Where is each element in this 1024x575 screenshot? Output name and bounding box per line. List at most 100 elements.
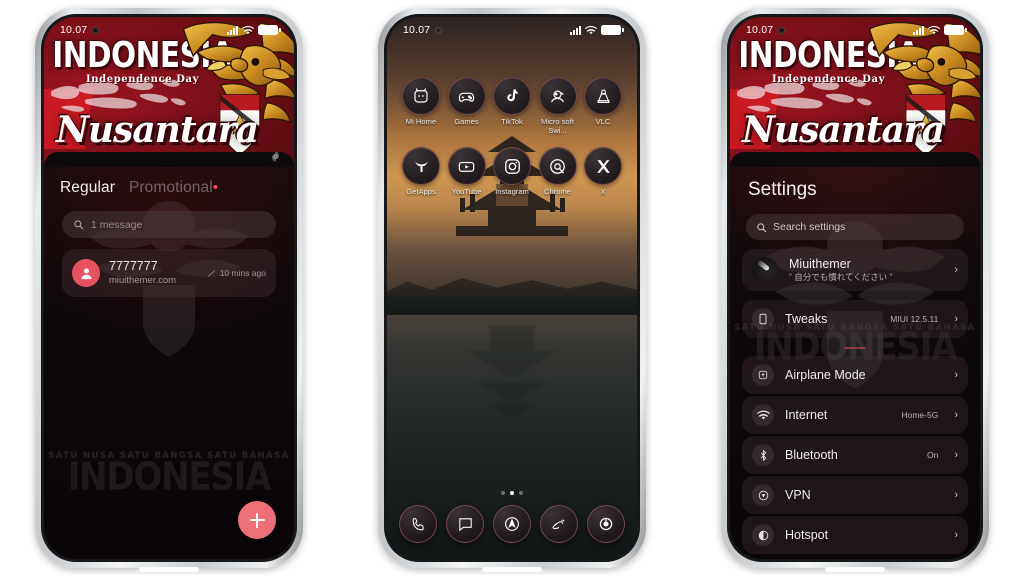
contacts-icon[interactable] <box>540 505 578 543</box>
settings-row-airplane-mode[interactable]: Airplane Mode › <box>742 356 968 394</box>
app-youtube[interactable]: YouTube <box>445 147 489 197</box>
app-tiktok[interactable]: TikTok <box>490 77 534 135</box>
phone-mockup-messages: 10.07 INDONESIA Independence Day Nusanta… <box>35 8 303 568</box>
app-label: X <box>600 187 606 196</box>
promotional-badge-dot: • <box>212 179 219 196</box>
battery-icon <box>601 25 624 35</box>
row-label: Tweaks <box>785 311 828 326</box>
settings-row-bluetooth[interactable]: Bluetooth On › <box>742 436 968 474</box>
message-bubble-icon[interactable] <box>446 505 484 543</box>
settings-app-body: SATU NUSA SATU BANGSA SATU BAHASA INDONE… <box>730 167 980 559</box>
wifi-icon <box>242 25 254 35</box>
row-value: On <box>926 450 939 460</box>
settings-row-tweaks[interactable]: Tweaks MIUI 12.5.11 › <box>742 300 968 338</box>
app-label: Chrome <box>543 187 571 196</box>
plus-icon <box>249 512 265 528</box>
app-chrome[interactable]: Chrome <box>536 147 580 197</box>
gear-icon[interactable] <box>269 150 282 163</box>
wifi-icon <box>752 404 774 426</box>
mi-home-icon <box>402 77 440 115</box>
screenshot-canvas: 10.07 INDONESIA Independence Day Nusanta… <box>0 0 1024 575</box>
battery-icon <box>258 25 281 35</box>
banner-word: Nusantara <box>56 109 259 151</box>
conversation-preview: miuithemer.com <box>109 274 177 286</box>
app-row-2: GetApps YouTube Instagram Chrome X <box>399 147 625 197</box>
new-message-fab[interactable] <box>238 501 276 539</box>
app-microsoft-swiftkey[interactable]: Micro soft Swi... <box>536 77 580 135</box>
settings-group-tweaks: Tweaks MIUI 12.5.11 › <box>742 300 968 338</box>
app-instagram[interactable]: Instagram <box>490 147 534 197</box>
app-vlc[interactable]: VLC <box>581 77 625 135</box>
row-label: VPN <box>785 487 811 502</box>
bluetooth-icon <box>752 444 774 466</box>
tab-promotional[interactable]: Promotional <box>129 179 213 197</box>
search-messages-bar[interactable]: 1 message <box>62 211 276 238</box>
search-settings-input[interactable]: Search settings <box>746 214 964 240</box>
vpn-shield-icon <box>752 484 774 506</box>
wifi-icon <box>928 25 940 35</box>
page-dot[interactable] <box>519 491 523 495</box>
row-label: Airplane Mode <box>785 367 866 382</box>
app-label: Games <box>454 117 479 126</box>
wifi-icon <box>585 25 597 35</box>
page-dot[interactable] <box>501 491 505 495</box>
search-icon <box>74 220 84 230</box>
settings-row-vpn[interactable]: VPN › <box>742 476 968 514</box>
tiktok-note-icon <box>493 77 531 115</box>
profile-subtitle: ˮ 自分でも慣れてください ˮ <box>789 271 893 282</box>
settings-group-connectivity: Airplane Mode › Internet Home-5G › Bluet… <box>742 356 968 554</box>
app-label: VLC <box>595 117 611 126</box>
app-getapps[interactable]: GetApps <box>399 147 443 197</box>
settings-row-hotspot[interactable]: Hotspot › <box>742 516 968 554</box>
cellular-signal-icon <box>227 25 238 35</box>
compass-browser-icon[interactable] <box>493 505 531 543</box>
status-bar: 10.07 <box>44 17 294 43</box>
phone-bezel: 10.07 <box>41 14 297 562</box>
dock <box>399 505 625 543</box>
conversation-sender: 7777777 <box>109 259 158 274</box>
chevron-right-icon: › <box>954 489 958 501</box>
page-dot-active[interactable] <box>510 491 514 495</box>
app-grid: Mi Home Games TikTok Micro soft Swi... V… <box>399 77 625 209</box>
app-label: YouTube <box>451 187 482 196</box>
app-mi-home[interactable]: Mi Home <box>399 77 443 135</box>
status-bar: 10.07 <box>730 17 980 43</box>
search-placeholder: 1 message <box>91 218 143 231</box>
app-label: GetApps <box>406 187 436 196</box>
chevron-right-icon: › <box>954 529 958 541</box>
phone1-screen: 10.07 INDONESIA Independence Day Nusanta… <box>44 17 294 559</box>
app-x[interactable]: X <box>581 147 625 197</box>
phone-mockup-settings: 10.07 INDONESIA Independence Day Nusanta… <box>721 8 989 568</box>
banner-bottom-mask <box>730 152 980 167</box>
conversation-tabs: Regular Promotional • <box>60 179 218 197</box>
chevron-right-icon: › <box>954 264 958 276</box>
settings-row-profile[interactable]: Miuithemer ˮ 自分でも慣れてください ˮ › <box>742 249 968 291</box>
app-games[interactable]: Games <box>445 77 489 135</box>
phone3-screen: 10.07 INDONESIA Independence Day Nusanta… <box>730 17 980 559</box>
phone2-screen: 10.07 Mi Home Games TikTok Micro soft Sw… <box>387 17 637 559</box>
conversation-list-item[interactable]: 7777777 miuithemer.com 10 mins ago <box>62 249 276 297</box>
phone-handset-icon[interactable] <box>399 505 437 543</box>
settings-row-internet[interactable]: Internet Home-5G › <box>742 396 968 434</box>
chrome-icon <box>538 147 577 185</box>
tab-promotional-wrap[interactable]: Promotional • <box>129 179 218 197</box>
phone-bezel: 10.07 <box>384 14 640 562</box>
row-label: Internet <box>785 407 828 422</box>
app-label: TikTok <box>501 117 523 126</box>
watermark-indonesia: INDONESIA <box>67 454 272 500</box>
app-label: Mi Home <box>405 117 437 126</box>
conversation-timestamp: 10 mins ago <box>219 268 266 278</box>
phone-bezel: 10.07 <box>727 14 983 562</box>
battery-icon <box>944 25 967 35</box>
camera-lens-icon[interactable] <box>587 505 625 543</box>
messages-app-body: SATU NUSA SATU BANGSA SATU BAHASA INDONE… <box>44 167 294 559</box>
row-label: Bluetooth <box>785 447 838 462</box>
chevron-right-icon: › <box>954 449 958 461</box>
profile-name: Miuithemer <box>789 256 851 271</box>
tab-regular[interactable]: Regular <box>60 179 115 197</box>
microsoft-swiftkey-icon <box>538 77 577 115</box>
search-icon <box>757 222 767 232</box>
cellular-signal-icon <box>570 25 581 35</box>
front-camera-punchhole-icon <box>435 26 443 34</box>
section-divider <box>844 347 866 349</box>
